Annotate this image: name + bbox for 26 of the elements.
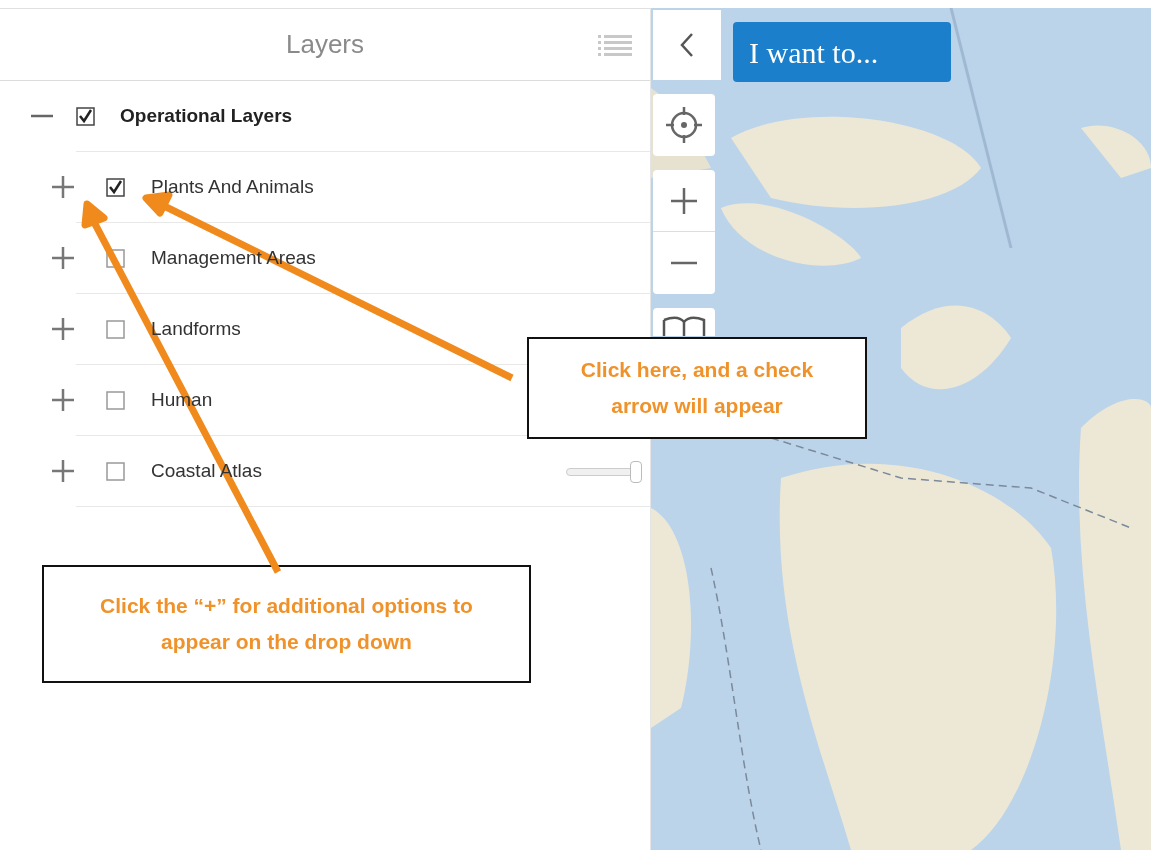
- chevron-left-icon: [680, 32, 694, 58]
- checkbox[interactable]: [106, 319, 125, 339]
- expand-icon[interactable]: [52, 176, 74, 198]
- map-book-button[interactable]: [653, 308, 715, 336]
- checkbox[interactable]: [106, 177, 125, 197]
- minus-icon: [670, 261, 698, 265]
- expand-icon[interactable]: [52, 389, 74, 411]
- checkbox[interactable]: [106, 390, 125, 410]
- collapse-icon[interactable]: [31, 114, 53, 118]
- callout-text: Click the “+” for additional options to appear on the drop down: [99, 593, 474, 655]
- plus-icon: [670, 186, 698, 215]
- locate-button[interactable]: [653, 94, 715, 156]
- expand-icon[interactable]: [52, 247, 74, 269]
- expand-icon[interactable]: [52, 460, 74, 482]
- panel-title: Layers: [285, 28, 364, 61]
- callout-text: Click here, and a check arrow will appear: [579, 357, 815, 419]
- expand-icon[interactable]: [52, 318, 74, 340]
- layer-label[interactable]: Plants And Animals: [151, 172, 314, 202]
- layer-label[interactable]: Operational Layers: [120, 101, 293, 131]
- locate-icon: [664, 105, 704, 145]
- book-icon: [662, 316, 706, 336]
- checkbox[interactable]: [106, 461, 125, 481]
- i-want-to-button[interactable]: I want to...: [733, 22, 951, 82]
- checkbox[interactable]: [76, 106, 95, 126]
- opacity-slider[interactable]: [566, 461, 642, 483]
- layer-label[interactable]: Landforms: [151, 314, 241, 344]
